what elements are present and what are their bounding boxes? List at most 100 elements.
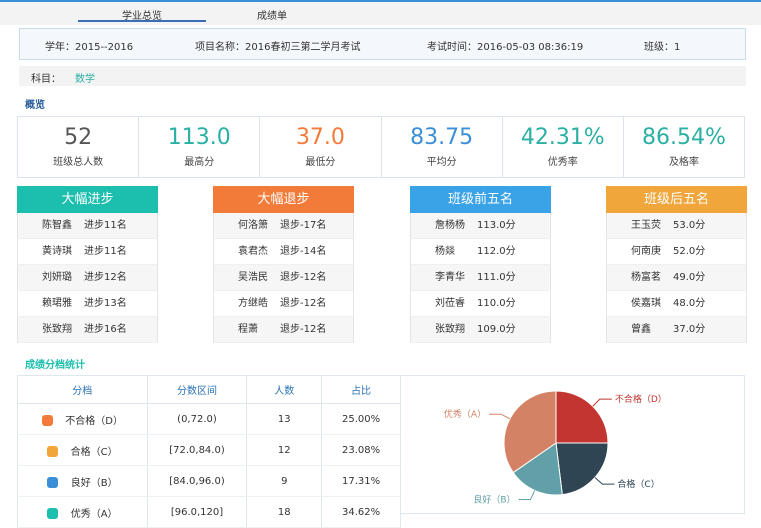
pie-slice-label: 合格（C） — [617, 478, 659, 490]
distribution-title: 成绩分档统计 — [25, 360, 85, 371]
table-row: 良好（B） [84.0,96.0) 9 17.31% — [17, 465, 401, 497]
rank-panel-title: 大幅退步 — [213, 186, 354, 213]
range-cell: [96.0,120] — [147, 496, 248, 528]
student-name: 张致翔 — [42, 324, 72, 335]
list-item: 刘莅睿 110.0分 — [410, 291, 551, 317]
subject-label: 科目： — [31, 74, 61, 85]
list-item: 方继皓 退步-12名 — [213, 291, 354, 317]
stat-excellent-rate: 42.31% 优秀率 — [503, 117, 624, 177]
stat-value: 86.54% — [642, 125, 726, 150]
student-value: 进步11名 — [84, 220, 127, 231]
table-row: 优秀（A） [96.0,120] 18 34.62% — [17, 496, 401, 528]
pie-slice-label: 不合格（D） — [615, 393, 667, 405]
list-item: 杨富茗 49.0分 — [606, 265, 747, 291]
student-value: 110.0分 — [477, 298, 516, 309]
range-cell: [84.0,96.0) — [147, 465, 248, 497]
rank-panel-title: 班级后五名 — [606, 186, 747, 213]
list-item: 詹杨杨 113.0分 — [410, 213, 551, 239]
student-name: 方继皓 — [238, 298, 268, 309]
student-name: 李青华 — [435, 272, 465, 283]
ratio-cell: 34.62% — [321, 496, 401, 528]
student-value: 进步12名 — [84, 272, 127, 283]
pie-label-line — [518, 490, 536, 501]
tab-transcript[interactable]: 成绩单 — [236, 7, 308, 22]
subject-bar: 科目： 数学 — [19, 66, 746, 86]
student-name: 詹杨杨 — [435, 220, 465, 231]
table-row: 不合格（D） (0,72.0) 13 25.00% — [17, 403, 401, 435]
student-value: 退步-14名 — [280, 246, 327, 257]
subject-value[interactable]: 数学 — [75, 70, 95, 85]
count-cell: 13 — [246, 403, 323, 435]
list-item: 吴浩民 退步-12名 — [213, 265, 354, 291]
student-value: 退步-12名 — [280, 324, 327, 335]
pie-label-line — [594, 477, 615, 485]
class-info: 班级：1 — [644, 42, 681, 53]
list-item: 陈智鑫 进步11名 — [17, 213, 158, 239]
list-item: 张致翔 109.0分 — [410, 317, 551, 343]
count-cell: 9 — [246, 465, 323, 497]
stat-total: 52 班级总人数 — [18, 117, 140, 177]
list-item: 张致翔 进步16名 — [17, 317, 158, 343]
level-color-dot — [41, 415, 53, 426]
stat-max: 113.0 最高分 — [139, 117, 261, 177]
student-name: 杨燚 — [435, 246, 455, 257]
rank-panel-bottom-five: 班级后五名 王玉荧 53.0分 何南庚 52.0分 杨富茗 49.0分 侯嘉琪 48.0… — [606, 186, 747, 343]
level-label: 合格（C） — [70, 446, 118, 458]
student-name: 王玉荧 — [631, 220, 661, 231]
list-item: 袁君杰 退步-14名 — [213, 239, 354, 265]
list-item: 赖珺雅 进步13名 — [17, 291, 158, 317]
stat-label: 班级总人数 — [53, 157, 104, 168]
student-value: 111.0分 — [477, 272, 516, 283]
student-name: 黄诗琪 — [42, 246, 72, 257]
student-name: 赖珺雅 — [42, 298, 72, 309]
rank-panel-title: 大幅进步 — [17, 186, 158, 213]
student-name: 刘妍璐 — [42, 272, 72, 283]
student-value: 53.0分 — [673, 220, 706, 231]
stat-value: 42.31% — [520, 125, 605, 150]
overview-title: 概览 — [25, 100, 45, 111]
stat-value: 37.0 — [295, 125, 345, 150]
list-item: 李青华 111.0分 — [410, 265, 551, 291]
pie-slice[interactable] — [555, 442, 609, 496]
level-cell: 优秀（A） — [17, 496, 148, 528]
student-value: 109.0分 — [477, 324, 516, 335]
student-value: 48.0分 — [673, 298, 706, 309]
level-cell: 良好（B） — [17, 465, 148, 497]
list-item: 程萧 退步-12名 — [213, 317, 354, 343]
student-value: 113.0分 — [477, 220, 516, 231]
level-label: 优秀（A） — [70, 508, 118, 520]
student-value: 退步-12名 — [280, 272, 327, 283]
student-value: 进步13名 — [84, 298, 127, 309]
tab-overview[interactable]: 学业总览 — [78, 7, 206, 22]
stat-min: 37.0 最低分 — [260, 117, 382, 177]
range-cell: [72.0,84.0) — [147, 434, 248, 466]
student-value: 进步11名 — [84, 246, 127, 257]
rank-panel-top-five: 班级前五名 詹杨杨 113.0分 杨燚 112.0分 李青华 111.0分 刘莅睿 11… — [410, 186, 551, 343]
column-header: 占比 — [321, 375, 401, 404]
level-label: 良好（B） — [70, 477, 118, 489]
student-name: 杨富茗 — [631, 272, 661, 283]
student-name: 刘莅睿 — [435, 298, 465, 309]
stat-pass-rate: 86.54% 及格率 — [624, 117, 744, 177]
rank-panel-title: 班级前五名 — [410, 186, 551, 213]
level-color-dot — [47, 508, 58, 519]
student-name: 袁君杰 — [238, 246, 268, 257]
pie-slice-label: 良好（B） — [473, 494, 515, 506]
stat-value: 113.0 — [167, 125, 231, 150]
stat-label: 平均分 — [426, 157, 457, 168]
exam-time: 考试时间：2016-05-03 08:36:19 — [427, 42, 584, 53]
stat-average: 83.75 平均分 — [382, 117, 503, 177]
count-cell: 12 — [246, 434, 323, 466]
student-name: 程萧 — [238, 324, 258, 335]
student-value: 52.0分 — [673, 246, 706, 257]
ratio-cell: 25.00% — [321, 403, 401, 435]
pie-chart-svg: 不合格（D） 合格（C） 良好（B） 优秀（A） — [444, 390, 667, 506]
list-item: 刘妍璐 进步12名 — [17, 265, 158, 291]
student-value: 112.0分 — [477, 246, 516, 257]
stat-value: 83.75 — [410, 125, 474, 150]
student-name: 何洛箫 — [238, 220, 268, 231]
list-item: 杨燚 112.0分 — [410, 239, 551, 265]
student-value: 进步16名 — [84, 324, 127, 335]
student-value: 退步-12名 — [280, 298, 327, 309]
school-year: 学年：2015--2016 — [45, 42, 134, 53]
